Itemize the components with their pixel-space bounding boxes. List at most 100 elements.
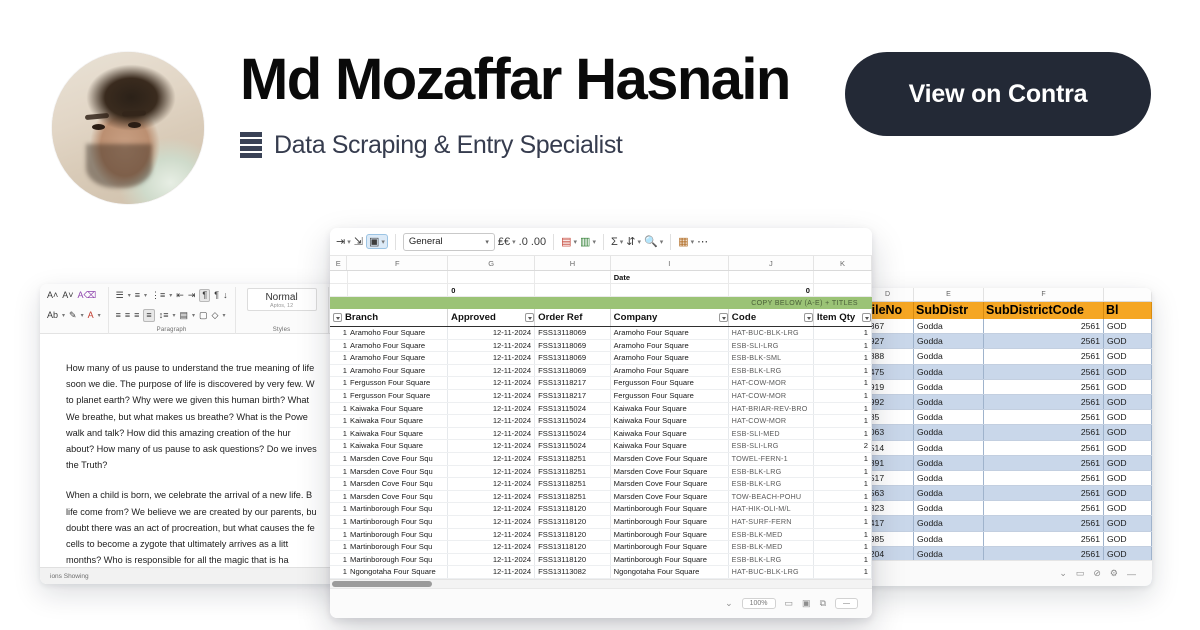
cell-subdistrictcode[interactable]: 2561 (984, 379, 1104, 394)
rtl-icon[interactable]: ¶ (214, 291, 219, 300)
table-row[interactable]: 5823 Godda 2561 GOD (862, 501, 1152, 517)
table-row[interactable]: 1 Martinborough Four Squ 12-11-2024 FSS1311… (330, 541, 872, 554)
zoom-level[interactable]: 100% (741, 598, 776, 609)
cell-item-qty[interactable]: 1 (814, 352, 872, 364)
cell-order-ref[interactable]: FSS13118251 (535, 478, 611, 490)
table-row[interactable]: 8888 Godda 2561 GOD (862, 349, 1152, 365)
cell-approved[interactable]: 12-11-2024 (448, 566, 536, 578)
cell-branch[interactable]: 1Ngongotaha Four Square (330, 566, 448, 578)
column-letter-h[interactable]: H (535, 256, 611, 270)
cell-subdistrictcode[interactable]: 2561 (984, 394, 1104, 410)
cell-approved[interactable]: 12-11-2024 (448, 402, 536, 415)
cell-code[interactable]: HAT-COW-MOR (729, 389, 814, 402)
cell-approved[interactable]: 12-11-2024 (448, 478, 536, 490)
cell-code[interactable]: ESB-BLK-MED (729, 528, 814, 541)
help-icon[interactable]: ⊘ (1093, 568, 1101, 579)
cell-approved[interactable]: 12-11-2024 (448, 503, 536, 515)
cell-empty[interactable] (330, 271, 348, 283)
chevron-down-icon[interactable]: ▾ (192, 312, 195, 319)
cell-item-qty[interactable]: 1 (814, 566, 872, 578)
cell-block[interactable]: GOD (1104, 470, 1152, 486)
cell-empty[interactable] (348, 284, 449, 296)
cell-subdistrict[interactable]: Godda (914, 546, 984, 561)
cell-order-ref[interactable]: FSS13118251 (535, 452, 611, 465)
cell-block[interactable]: GOD (1104, 319, 1152, 334)
cell-branch[interactable]: 1 Aramoho Four Square (330, 327, 448, 339)
cell-empty[interactable] (348, 271, 449, 283)
cell-branch[interactable]: 1 Kaiwaka Four Square (330, 402, 448, 415)
style-normal-button[interactable]: Normal Aptos, 12 (246, 288, 317, 311)
chevron-down-icon[interactable]: ▾ (98, 312, 101, 319)
cell-block[interactable]: GOD (1104, 455, 1152, 470)
view-on-contra-button[interactable]: View on Contra (845, 52, 1151, 136)
cell-subdistrict[interactable]: Godda (914, 319, 984, 334)
table-row[interactable]: 1 Marsden Cove Four Squ 12-11-2024 FSS13118… (330, 465, 872, 479)
table-row[interactable]: 6867 Godda 2561 GOD (862, 319, 1152, 335)
align-center-icon[interactable]: ≡ (125, 311, 130, 320)
cell-company[interactable]: Martinborough Four Square (611, 528, 729, 541)
decrease-indent-icon[interactable]: ⇤ (176, 291, 184, 300)
cell-order-ref[interactable]: FSS13115024 (535, 440, 611, 452)
cell-branch[interactable]: 1 Marsden Cove Four Squ (330, 490, 448, 503)
cell-empty[interactable] (448, 271, 536, 283)
cell-order-ref[interactable]: FSS13118120 (535, 553, 611, 566)
cell-approved[interactable]: 12-11-2024 (448, 465, 536, 478)
cell-block[interactable]: GOD (1104, 364, 1152, 379)
justify-icon[interactable]: ≡ (143, 309, 155, 322)
cell-code[interactable]: HAT-BUC-BLK-LRG (729, 566, 814, 578)
cell-code[interactable]: ESB-BLK-LRG (729, 553, 814, 566)
shrink-font-icon[interactable]: A˅ (62, 291, 73, 300)
line-spacing-icon[interactable]: ↕≡ (159, 311, 169, 320)
table-row[interactable]: 1 Fergusson Four Square 12-11-2024 FSS13118… (330, 389, 872, 403)
cell-approved[interactable]: 12-11-2024 (448, 352, 536, 364)
table-row[interactable]: 1 Kaiwaka Four Square 12-11-2024 FSS1311502… (330, 440, 872, 453)
cell-company[interactable]: Martinborough Four Square (611, 515, 729, 528)
cell-subdistrictcode[interactable]: 2561 (984, 516, 1104, 531)
normal-view-icon[interactable]: ▭ (785, 598, 794, 609)
cell-order-ref[interactable]: FSS13115024 (535, 427, 611, 440)
table-row[interactable]: 1 Aramoho Four Square 12-11-2024 FSS1311806… (330, 352, 872, 365)
cell-subdistrictcode[interactable]: 2561 (984, 440, 1104, 455)
increase-indent-icon[interactable]: ⇥ (188, 291, 196, 300)
column-letter-f[interactable]: F (347, 256, 449, 270)
cell-subdistrictcode[interactable]: 2561 (984, 455, 1104, 470)
cell-item-qty[interactable]: 1 (814, 377, 872, 389)
cell-empty[interactable] (814, 284, 872, 296)
bullets-icon[interactable]: ☰ (116, 291, 124, 300)
cell-block[interactable]: GOD (1104, 440, 1152, 455)
cell-order-ref[interactable]: FSS13118217 (535, 389, 611, 402)
cell-subdistrict[interactable]: Godda (914, 410, 984, 425)
align-right-icon[interactable]: ≡ (134, 311, 139, 320)
cell-approved[interactable]: 12-11-2024 (448, 440, 536, 452)
cell-branch[interactable]: 1 Fergusson Four Square (330, 389, 448, 402)
cell-item-qty[interactable]: 1 (814, 389, 872, 402)
cell-company[interactable]: Marsden Cove Four Square (611, 490, 729, 503)
cell-empty[interactable] (729, 271, 814, 283)
cell-order-ref[interactable]: FSS13115024 (535, 402, 611, 415)
cell-block[interactable]: GOD (1104, 394, 1152, 410)
cell-code[interactable]: ESB-SLI-LRG (729, 339, 814, 352)
cell-approved[interactable]: 12-11-2024 (448, 490, 536, 503)
word-page-canvas[interactable]: How many of us pause to understand the t… (40, 334, 350, 584)
cell-order-ref[interactable]: FSS13118251 (535, 490, 611, 503)
cell-company[interactable]: Kaiwaka Four Square (611, 440, 729, 452)
align-left-icon[interactable]: ≡ (116, 311, 121, 320)
paint-icon[interactable]: ◇ (212, 311, 219, 320)
cell-branch[interactable]: 1 Martinborough Four Squ (330, 515, 448, 528)
cell-company[interactable]: Martinborough Four Square (611, 541, 729, 553)
table-row[interactable]: 1 Aramoho Four Square 12-11-2024 FSS1311806… (330, 339, 872, 353)
cell-empty[interactable] (814, 271, 872, 283)
cell-subdistrict[interactable]: Godda (914, 349, 984, 364)
cell-subdistrict[interactable]: Godda (914, 531, 984, 546)
cell-company[interactable]: Fergusson Four Square (611, 389, 729, 402)
cell-subdistrictcode[interactable]: 2561 (984, 319, 1104, 334)
table-row[interactable]: 1 Aramoho Four Square 12-11-2024 FSS1311806… (330, 327, 872, 340)
cell-branch[interactable]: 1 Marsden Cove Four Squ (330, 465, 448, 478)
table-row[interactable]: 7985 Godda 2561 GOD (862, 531, 1152, 547)
cell-empty[interactable] (535, 271, 611, 283)
cell-code[interactable]: ESB-SLI-MED (729, 427, 814, 440)
cell-subdistrict[interactable]: Godda (914, 470, 984, 486)
table-row[interactable]: 5475 Godda 2561 GOD (862, 364, 1152, 380)
cell-company[interactable]: Aramoho Four Square (611, 327, 729, 339)
table-row[interactable]: 1 Kaiwaka Four Square 12-11-2024 FSS1311502… (330, 402, 872, 416)
